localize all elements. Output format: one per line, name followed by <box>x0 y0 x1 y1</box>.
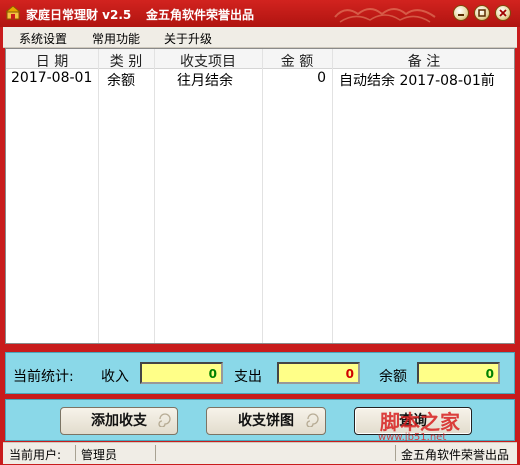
pie-chart-button[interactable]: 收支饼图 <box>206 407 326 435</box>
current-user-value: 管理员 <box>81 448 118 462</box>
cell-category: 余额 <box>107 73 135 89</box>
title-bar[interactable]: 家庭日常理财 v2.5 金五角软件荣誉出品 <box>0 0 520 27</box>
column-header-category[interactable]: 类 别 <box>98 51 154 71</box>
menu-system-settings[interactable]: 系统设置 <box>19 30 67 47</box>
balance-label: 余额 <box>379 369 407 385</box>
add-transaction-label: 添加收支 <box>91 413 147 429</box>
column-gridline <box>332 49 333 343</box>
column-gridline <box>262 49 263 343</box>
pie-chart-label: 收支饼图 <box>238 413 294 429</box>
column-header-date[interactable]: 日 期 <box>6 51 98 71</box>
close-button[interactable] <box>495 5 511 21</box>
table-row[interactable]: 2017-08-01 余额 往月结余 0 自动结余 2017-08-01前 <box>6 69 514 89</box>
menu-common-functions[interactable]: 常用功能 <box>92 30 140 47</box>
status-divider <box>395 445 396 461</box>
income-label: 收入 <box>101 369 129 385</box>
swirl-decoration-icon <box>158 413 171 427</box>
cloud-decoration-icon <box>334 8 436 23</box>
watermark-logo: 脚本之家 <box>380 410 460 434</box>
transactions-table[interactable]: 日 期 类 别 收支项目 金 额 备 注 2017-08-01 余额 往月结余 … <box>5 48 515 344</box>
app-window: 家庭日常理财 v2.5 金五角软件荣誉出品 系统设置 常用功能 关于升级 日 期… <box>0 0 520 465</box>
cell-item: 往月结余 <box>177 73 233 89</box>
cell-amount: 0 <box>317 70 326 86</box>
app-icon <box>6 6 20 20</box>
stats-label: 当前统计: <box>13 369 74 385</box>
column-header-item[interactable]: 收支项目 <box>154 51 262 71</box>
window-subtitle: 金五角软件荣誉出品 <box>146 8 255 22</box>
income-value-field: 0 <box>140 362 223 384</box>
maximize-icon <box>478 9 486 17</box>
minimize-icon <box>458 14 464 16</box>
close-icon <box>499 9 507 17</box>
cell-date: 2017-08-01 <box>11 70 93 86</box>
status-divider <box>75 445 76 461</box>
maximize-button[interactable] <box>474 5 490 21</box>
expense-label: 支出 <box>234 369 262 385</box>
status-bar: 当前用户: 管理员 金五角软件荣誉出品 <box>3 442 517 464</box>
cell-note: 自动结余 2017-08-01前 <box>339 73 495 89</box>
add-transaction-button[interactable]: 添加收支 <box>60 407 178 435</box>
menu-bar: 系统设置 常用功能 关于升级 <box>3 27 517 48</box>
column-gridline <box>98 49 99 343</box>
status-brand: 金五角软件荣誉出品 <box>401 448 510 462</box>
column-header-amount[interactable]: 金 额 <box>262 51 332 71</box>
expense-value-field: 0 <box>277 362 360 384</box>
menu-about-upgrade[interactable]: 关于升级 <box>164 30 212 47</box>
window-title: 家庭日常理财 v2.5 <box>26 8 132 22</box>
minimize-button[interactable] <box>453 5 469 21</box>
balance-value-field: 0 <box>417 362 500 384</box>
statistics-panel: 当前统计: 收入 0 支出 0 余额 0 <box>5 352 515 394</box>
status-divider <box>155 445 156 461</box>
table-header: 日 期 类 别 收支项目 金 额 备 注 <box>6 49 514 71</box>
current-user-label: 当前用户: <box>9 448 62 462</box>
swirl-decoration-icon <box>306 413 319 427</box>
column-gridline <box>154 49 155 343</box>
column-header-note[interactable]: 备 注 <box>332 51 514 71</box>
